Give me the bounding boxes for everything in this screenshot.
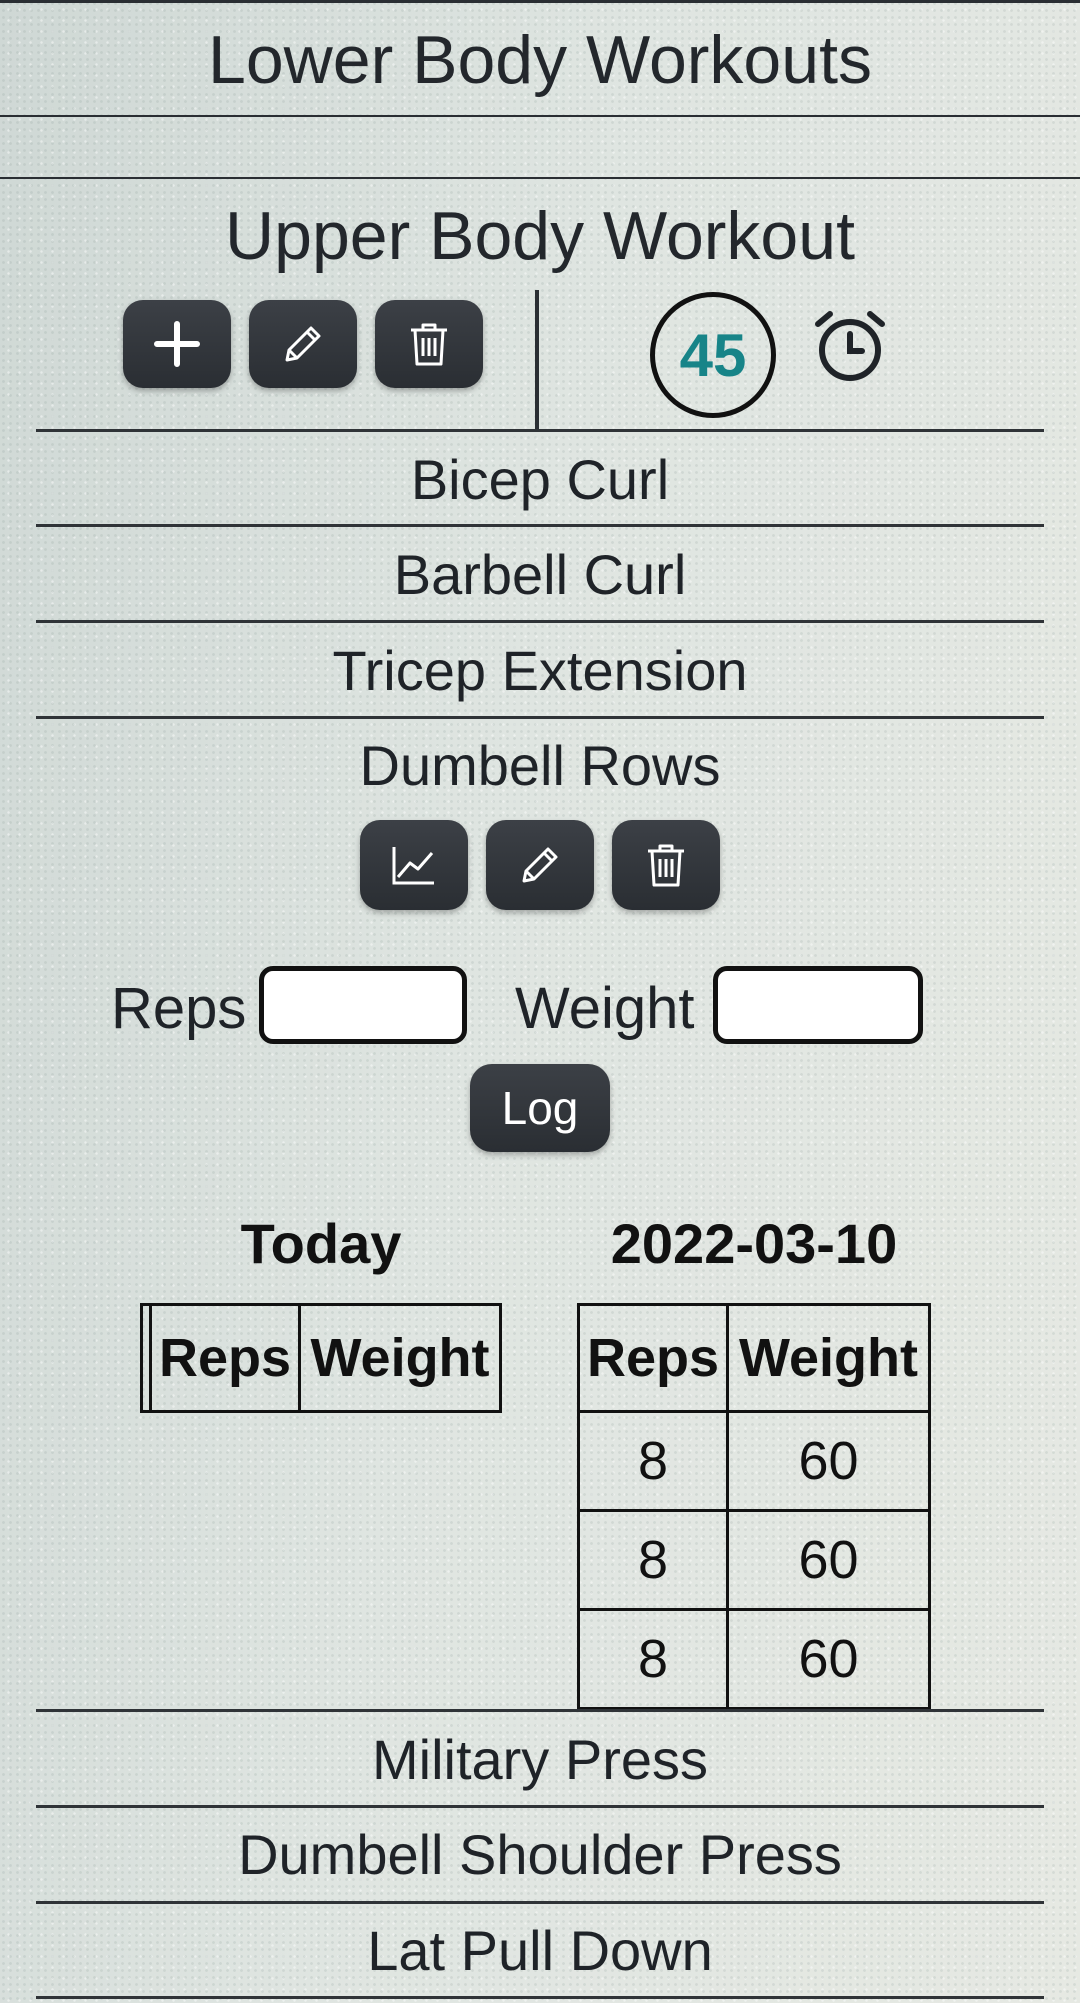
pencil-icon [522, 847, 558, 883]
divider [36, 429, 1044, 432]
alarm-clock-icon[interactable] [812, 308, 888, 384]
line-chart-icon [392, 847, 434, 885]
reps-label: Reps [111, 976, 247, 1041]
workout-title[interactable]: Upper Body Workout [0, 202, 1080, 270]
column-header-weight: Weight [298, 1303, 502, 1413]
pencil-icon [285, 326, 321, 362]
table-row: 8 60 [577, 1608, 931, 1710]
reps-cell: 8 [577, 1410, 729, 1512]
reps-cell: 8 [577, 1509, 729, 1611]
top-border [0, 0, 1080, 3]
divider [36, 1996, 1044, 1999]
reps-cell: 8 [577, 1608, 729, 1710]
divider [36, 1709, 1044, 1712]
reps-input[interactable] [259, 966, 467, 1044]
previous-history-table: Reps Weight 8 60 8 60 8 60 [577, 1303, 931, 1710]
toolbar-divider [535, 290, 539, 430]
exercise-item[interactable]: Bicep Curl [36, 452, 1044, 508]
trash-icon [648, 844, 684, 887]
edit-exercise-button[interactable] [486, 820, 594, 910]
weight-input[interactable] [713, 966, 923, 1044]
divider [36, 1901, 1044, 1904]
delete-exercise-button[interactable] [612, 820, 720, 910]
divider [36, 620, 1044, 623]
plus-icon [154, 321, 200, 367]
exercise-item[interactable]: Lat Pull Down [36, 1923, 1044, 1979]
exercise-item[interactable]: Dumbell Shoulder Press [36, 1827, 1044, 1883]
exercise-chart-button[interactable] [360, 820, 468, 910]
edit-workout-button[interactable] [249, 300, 357, 388]
exercise-item[interactable]: Barbell Curl [36, 547, 1044, 603]
rest-timer-value[interactable]: 45 [650, 292, 776, 418]
exercise-item-expanded[interactable]: Dumbell Rows [36, 738, 1044, 794]
delete-workout-button[interactable] [375, 300, 483, 388]
table-row: 8 60 [577, 1410, 931, 1512]
today-table-title: Today [240, 1212, 402, 1275]
previous-table-title: 2022-03-10 [610, 1212, 898, 1275]
add-exercise-button[interactable] [123, 300, 231, 388]
trash-icon [411, 323, 447, 366]
weight-cell: 60 [726, 1410, 931, 1512]
divider [0, 115, 1080, 117]
divider [36, 524, 1044, 527]
table-spacer [140, 1303, 152, 1413]
exercise-item[interactable]: Tricep Extension [36, 643, 1044, 699]
divider [36, 716, 1044, 719]
today-history-table: Reps Weight [140, 1303, 502, 1413]
divider [0, 177, 1080, 179]
log-button[interactable]: Log [470, 1064, 610, 1152]
column-header-weight: Weight [726, 1303, 931, 1413]
weight-label: Weight [515, 976, 695, 1041]
divider [36, 1805, 1044, 1808]
table-row: 8 60 [577, 1509, 931, 1611]
column-header-reps: Reps [577, 1303, 729, 1413]
exercise-item[interactable]: Military Press [36, 1732, 1044, 1788]
workout-header-lower-body[interactable]: Lower Body Workouts [0, 26, 1080, 94]
weight-cell: 60 [726, 1608, 931, 1710]
weight-cell: 60 [726, 1509, 931, 1611]
column-header-reps: Reps [148, 1303, 302, 1413]
